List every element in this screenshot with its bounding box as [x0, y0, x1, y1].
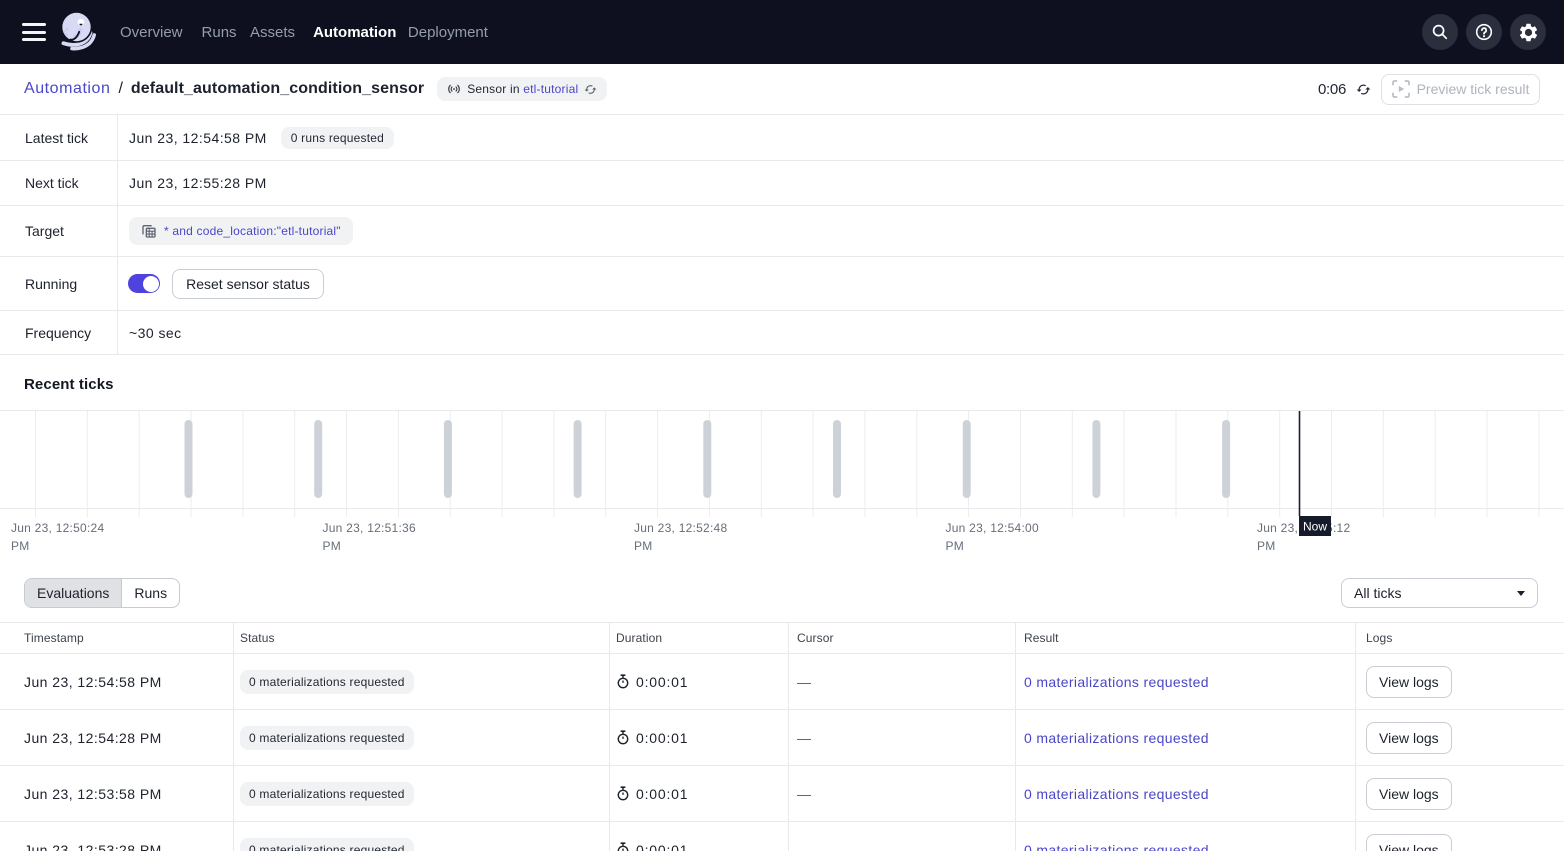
svg-text:Now: Now: [1303, 520, 1327, 534]
svg-text:Jun 23, 12:52:48: Jun 23, 12:52:48: [634, 521, 727, 535]
svg-text:Jun 23, 12:54:00: Jun 23, 12:54:00: [946, 521, 1039, 535]
svg-text:PM: PM: [634, 539, 653, 553]
svg-text:PM: PM: [11, 539, 30, 553]
svg-text:PM: PM: [323, 539, 342, 553]
svg-text:PM: PM: [1257, 539, 1276, 553]
svg-text:Jun 23, 12:50:24: Jun 23, 12:50:24: [11, 521, 104, 535]
svg-text:PM: PM: [946, 539, 965, 553]
svg-text:Jun 23, 12:51:36: Jun 23, 12:51:36: [323, 521, 416, 535]
